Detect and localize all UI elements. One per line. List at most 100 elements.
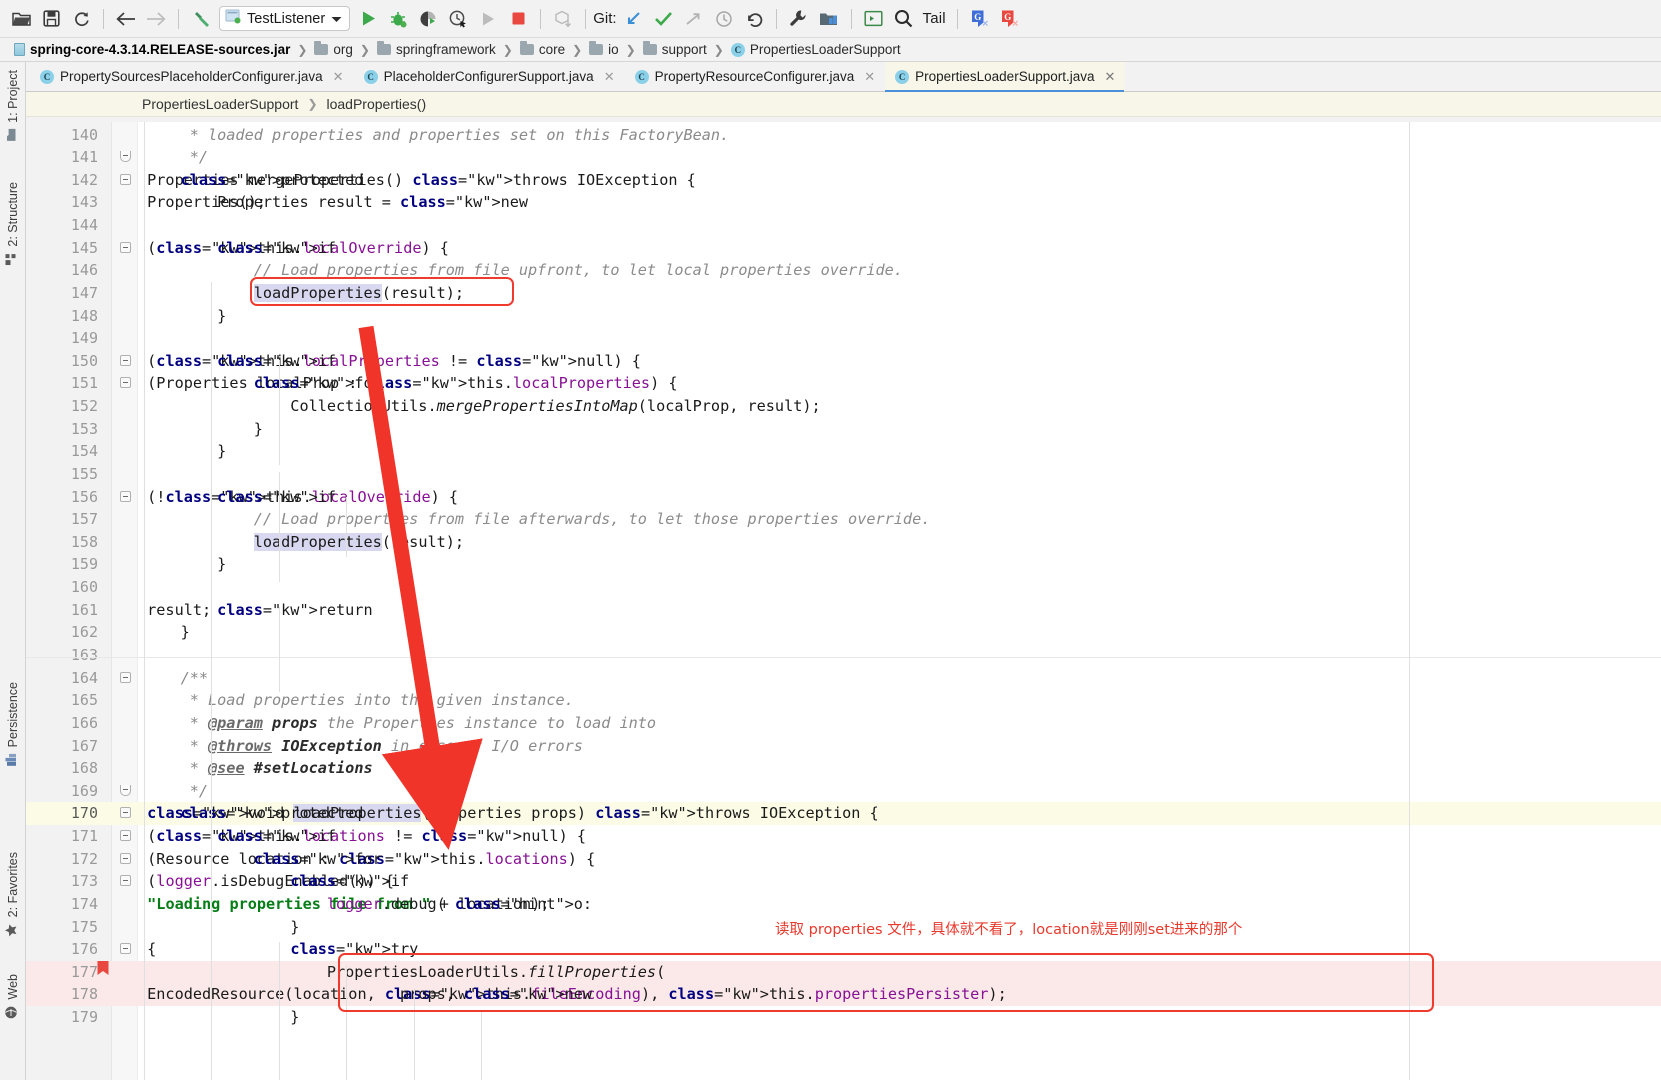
- close-icon[interactable]: ✕: [864, 69, 875, 85]
- code-line[interactable]: class="kw">if (logger.isDebugEnabled()) …: [138, 870, 1661, 893]
- git-history-icon[interactable]: [709, 5, 739, 33]
- close-icon[interactable]: ✕: [1105, 69, 1116, 85]
- fold-toggle[interactable]: [120, 241, 131, 253]
- code-line[interactable]: [138, 327, 1661, 350]
- code-line[interactable]: * Load properties into the given instanc…: [138, 689, 1661, 712]
- code-line[interactable]: logger.debug( class="hint">o: "Loading p…: [138, 893, 1661, 916]
- navbar-item-springframework[interactable]: springframework: [375, 41, 498, 57]
- tab-PropertyResourceConfigurer[interactable]: C PropertyResourceConfigurer.java ✕: [625, 62, 886, 91]
- tail-button[interactable]: Tail: [919, 10, 950, 27]
- code-line[interactable]: * @throws IOException in case of I/O err…: [138, 735, 1661, 758]
- code-line[interactable]: */: [138, 780, 1661, 803]
- open-folder-icon[interactable]: [6, 5, 36, 33]
- fold-toggle[interactable]: [120, 490, 131, 502]
- code-line[interactable]: }: [138, 553, 1661, 576]
- code-line[interactable]: class="kw">if (!class="kw">this.localOve…: [138, 486, 1661, 509]
- code-line[interactable]: }: [138, 1006, 1661, 1029]
- code-line[interactable]: class="kw">if (class="kw">this.localProp…: [138, 350, 1661, 373]
- fold-toggle[interactable]: [120, 173, 131, 185]
- code-line[interactable]: * @see #setLocations: [138, 757, 1661, 780]
- rerun-icon[interactable]: [473, 5, 503, 33]
- stop-icon[interactable]: [503, 5, 533, 33]
- run-icon[interactable]: [353, 5, 383, 33]
- git-revert-icon[interactable]: [739, 5, 769, 33]
- project-structure-icon[interactable]: [814, 5, 844, 33]
- code-line[interactable]: class="kw">protected Properties mergePro…: [138, 169, 1661, 192]
- tab-PropertySourcesPlaceholderConfigurer[interactable]: C PropertySourcesPlaceholderConfigurer.j…: [30, 62, 354, 91]
- navbar-item-core[interactable]: core: [518, 41, 567, 57]
- search-everywhere-icon[interactable]: [889, 5, 919, 33]
- bookmark-icon[interactable]: [96, 960, 109, 975]
- back-arrow-icon[interactable]: [111, 5, 141, 33]
- navbar-item-org[interactable]: org: [312, 41, 355, 57]
- code-line[interactable]: [138, 214, 1661, 237]
- code-line[interactable]: class="kw">for (Properties localProp : c…: [138, 372, 1661, 395]
- forward-arrow-icon[interactable]: [141, 5, 171, 33]
- git-push-icon[interactable]: [679, 5, 709, 33]
- fold-toggle[interactable]: [120, 354, 131, 366]
- run-configuration-selector[interactable]: TestListener: [219, 6, 351, 31]
- code-line[interactable]: loadProperties(result);: [138, 282, 1661, 305]
- code-line[interactable]: class="kw">return result;: [138, 599, 1661, 622]
- breadcrumb-class[interactable]: PropertiesLoaderSupport: [142, 96, 298, 112]
- fold-toggle[interactable]: [120, 377, 131, 389]
- code-line[interactable]: class="kw">for (Resource location : clas…: [138, 848, 1661, 871]
- navbar-item-io[interactable]: io: [587, 41, 621, 57]
- run-with-coverage-icon[interactable]: [413, 5, 443, 33]
- breadcrumb-method[interactable]: loadProperties(): [327, 96, 427, 112]
- code-line[interactable]: // Load properties from file upfront, to…: [138, 259, 1661, 282]
- git-commit-icon[interactable]: [649, 5, 679, 33]
- sidebar-item-project[interactable]: 1: Project: [2, 70, 24, 142]
- code-line[interactable]: [138, 576, 1661, 599]
- navbar-item-jar[interactable]: spring-core-4.3.14.RELEASE-sources.jar: [12, 42, 292, 57]
- code-line[interactable]: class="kw">if (class="kw">this.localOver…: [138, 237, 1661, 260]
- code-line[interactable]: class="kw">try {: [138, 938, 1661, 961]
- terminal-icon[interactable]: [859, 5, 889, 33]
- code-line[interactable]: * loaded properties and properties set o…: [138, 124, 1661, 147]
- sidebar-item-web[interactable]: Web: [2, 974, 24, 1020]
- build-hammer-icon[interactable]: [186, 5, 216, 33]
- code-line[interactable]: [138, 463, 1661, 486]
- code-line[interactable]: class="kw">protected class="kw">void loa…: [138, 802, 1661, 825]
- sync-refresh-icon[interactable]: [66, 5, 96, 33]
- code-line[interactable]: }: [138, 418, 1661, 441]
- code-line[interactable]: PropertiesLoaderUtils.fillProperties(: [138, 961, 1661, 984]
- fold-column[interactable]: [112, 122, 138, 1080]
- translate-red-icon[interactable]: G: [995, 5, 1025, 33]
- debug-icon[interactable]: [383, 5, 413, 33]
- code-line[interactable]: // Load properties from file afterwards,…: [138, 508, 1661, 531]
- chevron-down-icon[interactable]: [331, 11, 342, 27]
- fold-toggle[interactable]: [120, 151, 131, 163]
- fold-toggle[interactable]: [120, 852, 131, 864]
- code-line[interactable]: Properties result = class="kw">new Prope…: [138, 191, 1661, 214]
- code-line[interactable]: CollectionUtils.mergePropertiesIntoMap(l…: [138, 395, 1661, 418]
- code-line[interactable]: * @param props the Properties instance t…: [138, 712, 1661, 735]
- code-line[interactable]: loadProperties(result);: [138, 531, 1661, 554]
- sidebar-item-structure[interactable]: 2: Structure: [2, 182, 24, 267]
- fold-toggle[interactable]: [120, 807, 131, 819]
- navbar-item-class[interactable]: C PropertiesLoaderSupport: [729, 42, 903, 57]
- close-icon[interactable]: ✕: [604, 69, 615, 85]
- settings-wrench-icon[interactable]: [784, 5, 814, 33]
- translate-blue-icon[interactable]: G: [965, 5, 995, 33]
- profile-icon[interactable]: [443, 5, 473, 33]
- tab-PlaceholderConfigurerSupport[interactable]: C PlaceholderConfigurerSupport.java ✕: [354, 62, 625, 91]
- fold-toggle[interactable]: [120, 830, 131, 842]
- code-line[interactable]: class="kw">if (class="kw">this.locations…: [138, 825, 1661, 848]
- sidebar-item-persistence[interactable]: Persistence: [2, 682, 24, 767]
- fold-toggle[interactable]: [120, 875, 131, 887]
- code-line[interactable]: props, class="kw">new EncodedResource(lo…: [138, 983, 1661, 1006]
- sidebar-item-favorites[interactable]: 2: Favorites: [2, 852, 24, 938]
- navbar-item-support[interactable]: support: [641, 41, 709, 57]
- fold-toggle[interactable]: [120, 784, 131, 796]
- git-update-icon[interactable]: [619, 5, 649, 33]
- save-all-icon[interactable]: [36, 5, 66, 33]
- fold-toggle[interactable]: [120, 671, 131, 683]
- code-line[interactable]: }: [138, 440, 1661, 463]
- code-line[interactable]: }: [138, 621, 1661, 644]
- code-line[interactable]: }: [138, 305, 1661, 328]
- tab-PropertiesLoaderSupport[interactable]: C PropertiesLoaderSupport.java ✕: [885, 62, 1126, 92]
- code-line[interactable]: [138, 644, 1661, 667]
- update-project-icon[interactable]: [548, 5, 578, 33]
- close-icon[interactable]: ✕: [333, 69, 344, 85]
